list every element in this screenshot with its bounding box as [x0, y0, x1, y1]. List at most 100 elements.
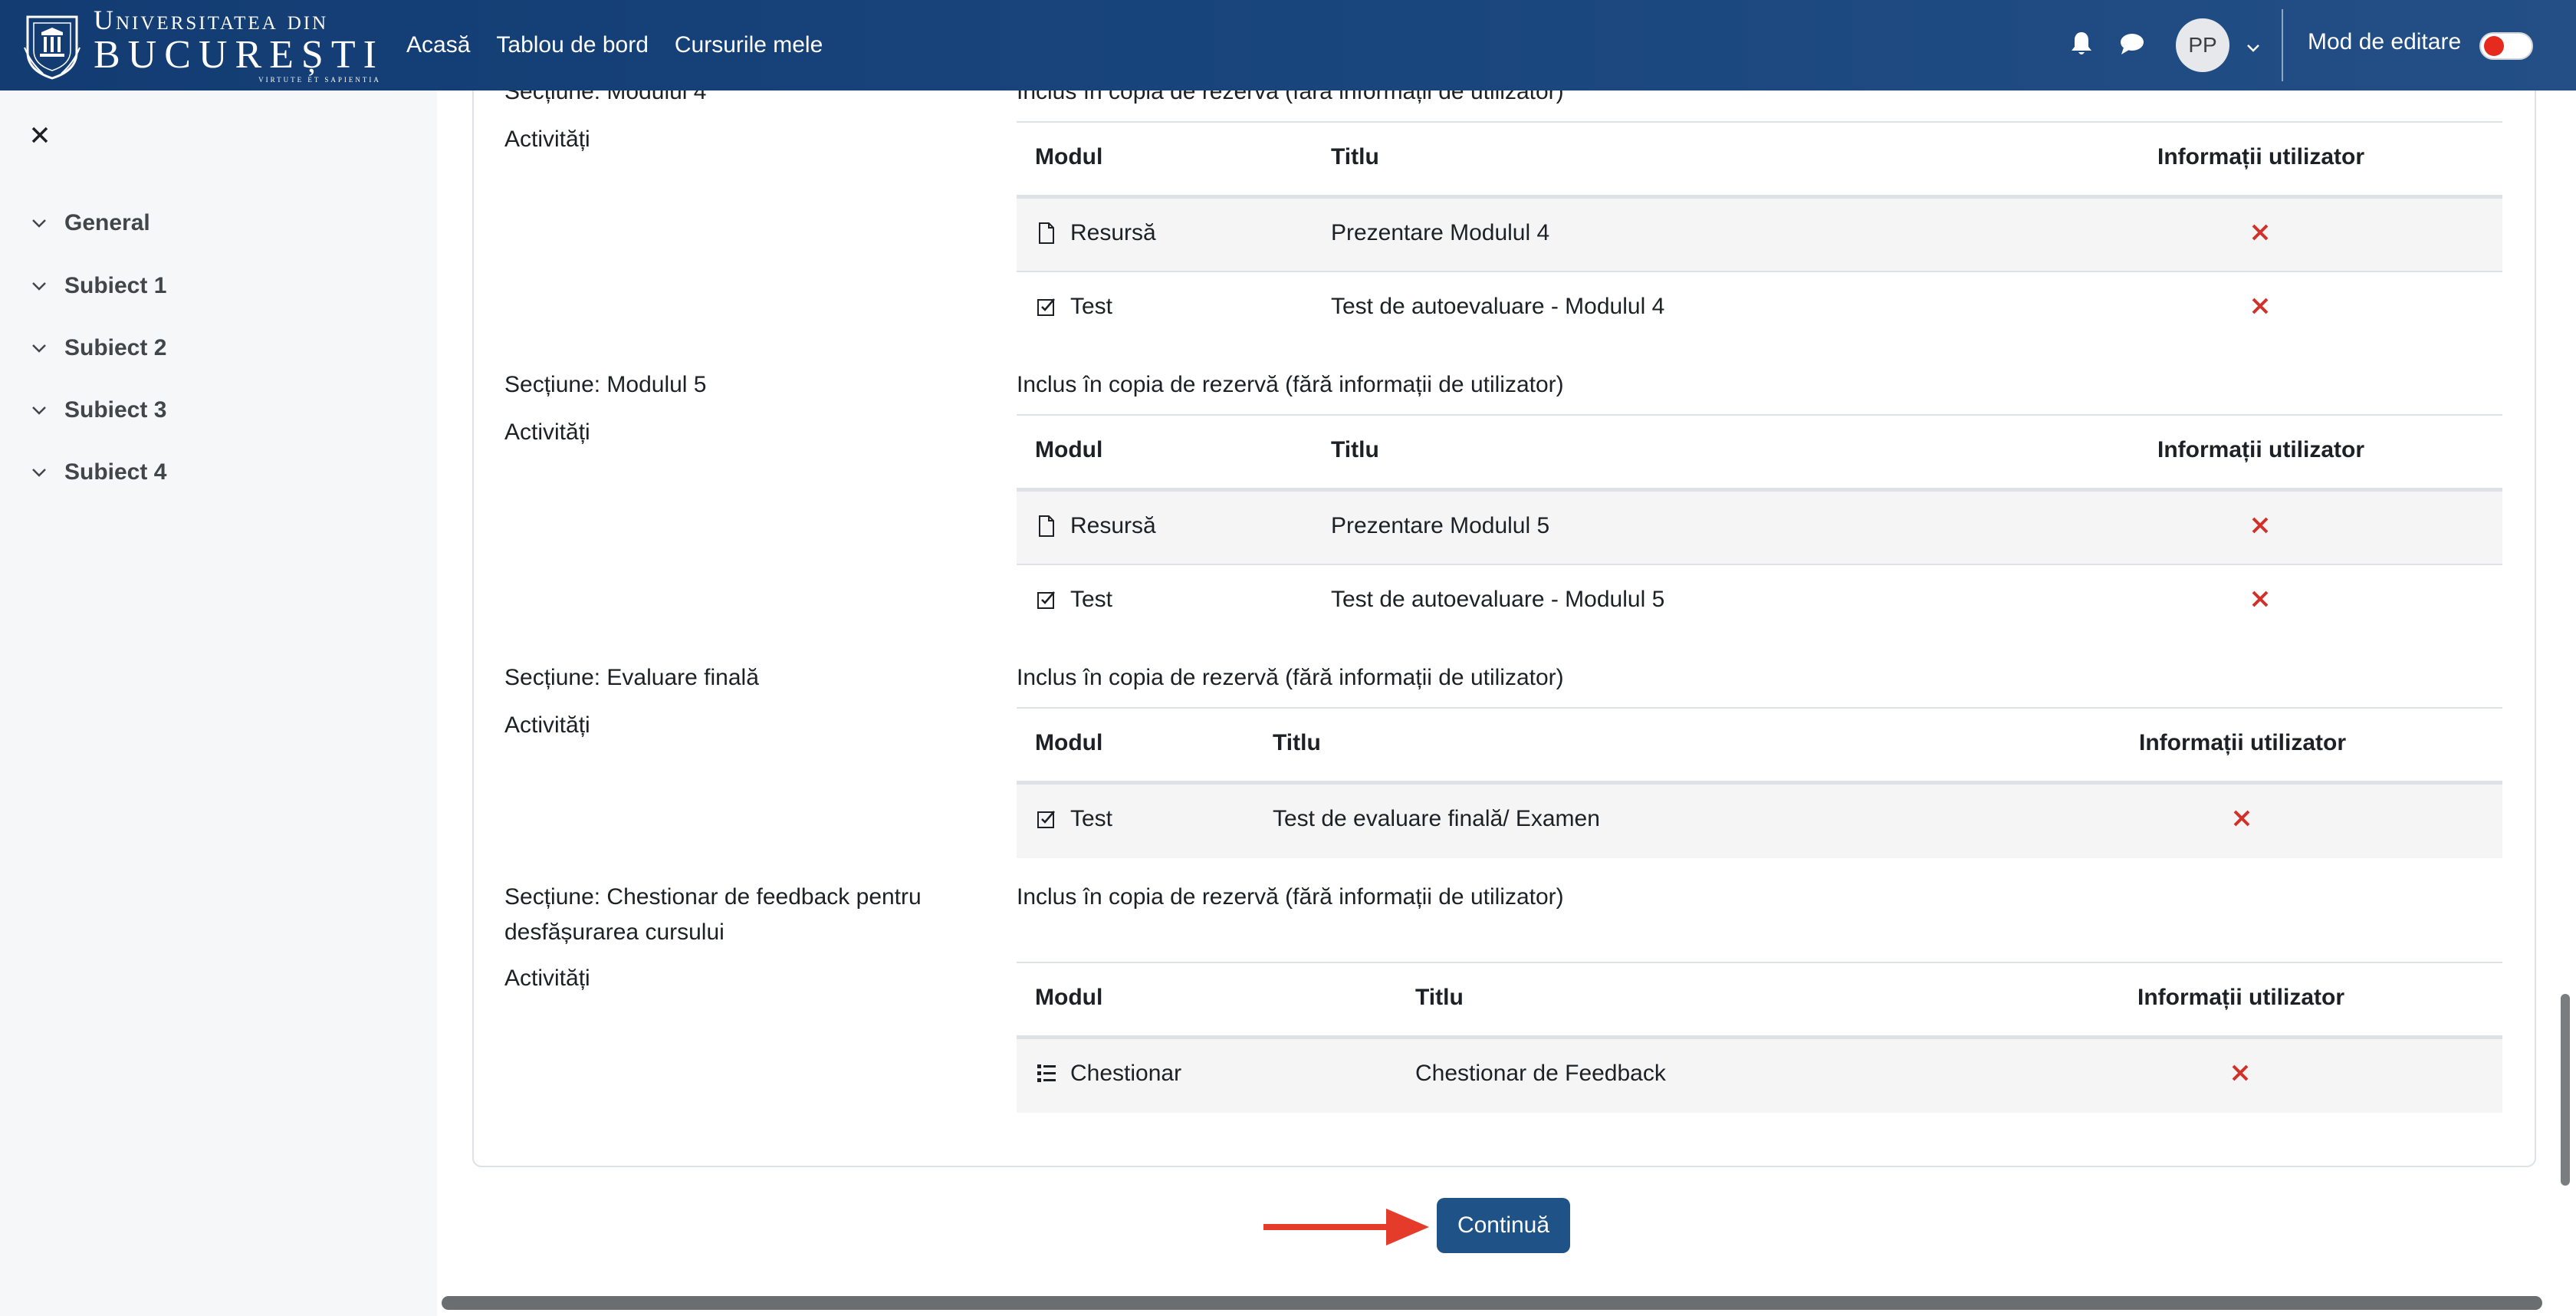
primary-navigation: Acasă Tablou de bord Cursurile mele: [406, 0, 823, 90]
nav-link-my-courses[interactable]: Cursurile mele: [675, 32, 823, 58]
activities-label: Activități: [504, 127, 590, 152]
horizontal-scrollbar[interactable]: [442, 1296, 2542, 1310]
column-header-user-info: Informații utilizator: [2139, 730, 2346, 755]
table-row: Resursă Prezentare Modulul 4: [1017, 199, 2502, 272]
x-mark-icon: [2252, 591, 2269, 607]
logo-text-line1: Universitatea din: [94, 4, 329, 35]
module-name: Test: [1070, 294, 1113, 319]
x-mark-icon: [2252, 298, 2269, 314]
chevron-down-icon: [28, 212, 51, 235]
x-mark-icon: [2252, 517, 2269, 534]
bell-icon: [2072, 32, 2091, 54]
section-status: Inclus în copia de rezervă (fără informa…: [1017, 372, 1564, 397]
module-cell: Chestionar: [1035, 1061, 1181, 1087]
activities-table: Modul Titlu Informații utilizator Resurs…: [1017, 121, 2502, 368]
quiz-checkbox-icon: [1035, 295, 1058, 318]
university-logo[interactable]: Universitatea din BUCUREȘTI VIRTUTE ET S…: [23, 6, 379, 83]
activities-table: Modul Titlu Informații utilizator Chesti…: [1017, 962, 2502, 1113]
chevron-down-icon: [2247, 44, 2259, 52]
messages-button[interactable]: [2118, 29, 2147, 58]
title-cell: Prezentare Modulul 4: [1331, 220, 1550, 245]
drawer-item-subiect-3[interactable]: Subiect 3: [28, 391, 166, 429]
column-header-title: Titlu: [1273, 730, 1321, 755]
chevron-down-icon: [28, 399, 51, 422]
activities-label: Activități: [504, 966, 590, 991]
drawer-item-subiect-1[interactable]: Subiect 1: [28, 267, 166, 305]
module-name: Test: [1070, 587, 1113, 612]
module-cell: Resursă: [1035, 513, 1156, 539]
table-row: Chestionar Chestionar de Feedback: [1017, 1039, 2502, 1113]
drawer-item-subiect-2[interactable]: Subiect 2: [28, 329, 166, 367]
activities-label: Activități: [504, 419, 590, 445]
logo-text-line2: BUCUREȘTI: [94, 32, 384, 77]
section-label-line2: desfășurarea cursului: [504, 920, 724, 945]
column-header-user-info: Informații utilizator: [2157, 437, 2364, 462]
list-icon: [1035, 1062, 1058, 1085]
title-cell: Test de evaluare finală/ Examen: [1273, 806, 1600, 831]
title-cell: Test de autoevaluare - Modulul 4: [1331, 294, 1665, 319]
column-header-title: Titlu: [1415, 985, 1464, 1010]
user-menu-toggle[interactable]: [2239, 34, 2268, 63]
module-name: Chestionar: [1070, 1061, 1182, 1086]
drawer-item-label: Subiect 4: [64, 459, 167, 485]
table-row: Resursă Prezentare Modulul 5: [1017, 492, 2502, 565]
title-cell: Prezentare Modulul 5: [1331, 513, 1550, 538]
section-label: Secțiune: Modulul 5: [504, 372, 707, 397]
module-name: Resursă: [1070, 513, 1156, 538]
continue-button[interactable]: Continuă: [1437, 1198, 1570, 1253]
column-header-title: Titlu: [1331, 144, 1379, 169]
drawer-item-label: General: [64, 210, 150, 235]
activities-table: Modul Titlu Informații utilizator Resurs…: [1017, 414, 2502, 661]
title-cell: Chestionar de Feedback: [1415, 1061, 1666, 1086]
module-cell: Test: [1035, 294, 1112, 320]
chevron-down-icon: [28, 461, 51, 484]
close-icon: [31, 127, 48, 143]
drawer-item-label: Subiect 2: [64, 335, 167, 360]
vertical-scrollbar[interactable]: [2561, 994, 2570, 1186]
quiz-checkbox-icon: [1035, 588, 1058, 611]
nav-link-dashboard[interactable]: Tablou de bord: [496, 32, 649, 58]
user-avatar[interactable]: PP: [2176, 18, 2229, 72]
table-header: Modul Titlu Informații utilizator: [1017, 123, 2502, 195]
column-header-title: Titlu: [1331, 437, 1379, 462]
column-header-user-info: Informații utilizator: [2137, 985, 2344, 1010]
chevron-down-icon: [28, 337, 51, 360]
section-label: Secțiune: Evaluare finală: [504, 665, 759, 690]
drawer-item-label: Subiect 3: [64, 397, 167, 423]
title-cell: Test de autoevaluare - Modulul 5: [1331, 587, 1665, 612]
close-drawer-button[interactable]: [26, 121, 54, 149]
chat-bubble-icon: [2121, 34, 2144, 54]
file-icon: [1035, 515, 1058, 538]
module-name: Test: [1070, 806, 1113, 831]
file-icon: [1035, 222, 1058, 245]
notifications-button[interactable]: [2067, 29, 2096, 58]
x-mark-icon: [2232, 1064, 2249, 1081]
edit-mode-toggle[interactable]: [2479, 32, 2533, 60]
table-header: Modul Titlu Informații utilizator: [1017, 963, 2502, 1035]
module-cell: Resursă: [1035, 220, 1156, 246]
drawer-item-subiect-4[interactable]: Subiect 4: [28, 453, 166, 492]
column-header-module: Modul: [1035, 985, 1103, 1010]
column-header-user-info: Informații utilizator: [2157, 144, 2364, 169]
course-index-drawer: General Subiect 1 Subiect 2 Subiect 3 Su…: [0, 90, 437, 1316]
nav-link-home[interactable]: Acasă: [406, 32, 470, 58]
section-label-line1: Secțiune: Chestionar de feedback pentru: [504, 884, 922, 910]
x-mark-icon: [2233, 810, 2250, 827]
table-row: Test Test de evaluare finală/ Examen: [1017, 785, 2502, 858]
chevron-down-icon: [28, 275, 51, 298]
activities-label: Activități: [504, 712, 590, 738]
x-mark-icon: [2252, 224, 2269, 241]
column-header-module: Modul: [1035, 144, 1103, 169]
navbar-divider: [2282, 9, 2283, 81]
quiz-checkbox-icon: [1035, 808, 1058, 831]
section-status: Inclus în copia de rezervă (fără informa…: [1017, 884, 1564, 910]
annotation-arrow-icon: [1263, 1209, 1429, 1245]
university-seal-icon: [24, 15, 80, 80]
section-status: Inclus în copia de rezervă (fără informa…: [1017, 665, 1564, 690]
module-cell: Test: [1035, 806, 1112, 832]
drawer-item-general[interactable]: General: [28, 204, 150, 242]
table-header: Modul Titlu Informații utilizator: [1017, 709, 2502, 781]
activities-table: Modul Titlu Informații utilizator Test T…: [1017, 707, 2502, 858]
table-row: Test Test de autoevaluare - Modulul 4: [1017, 272, 2502, 346]
table-row: Test Test de autoevaluare - Modulul 5: [1017, 565, 2502, 639]
